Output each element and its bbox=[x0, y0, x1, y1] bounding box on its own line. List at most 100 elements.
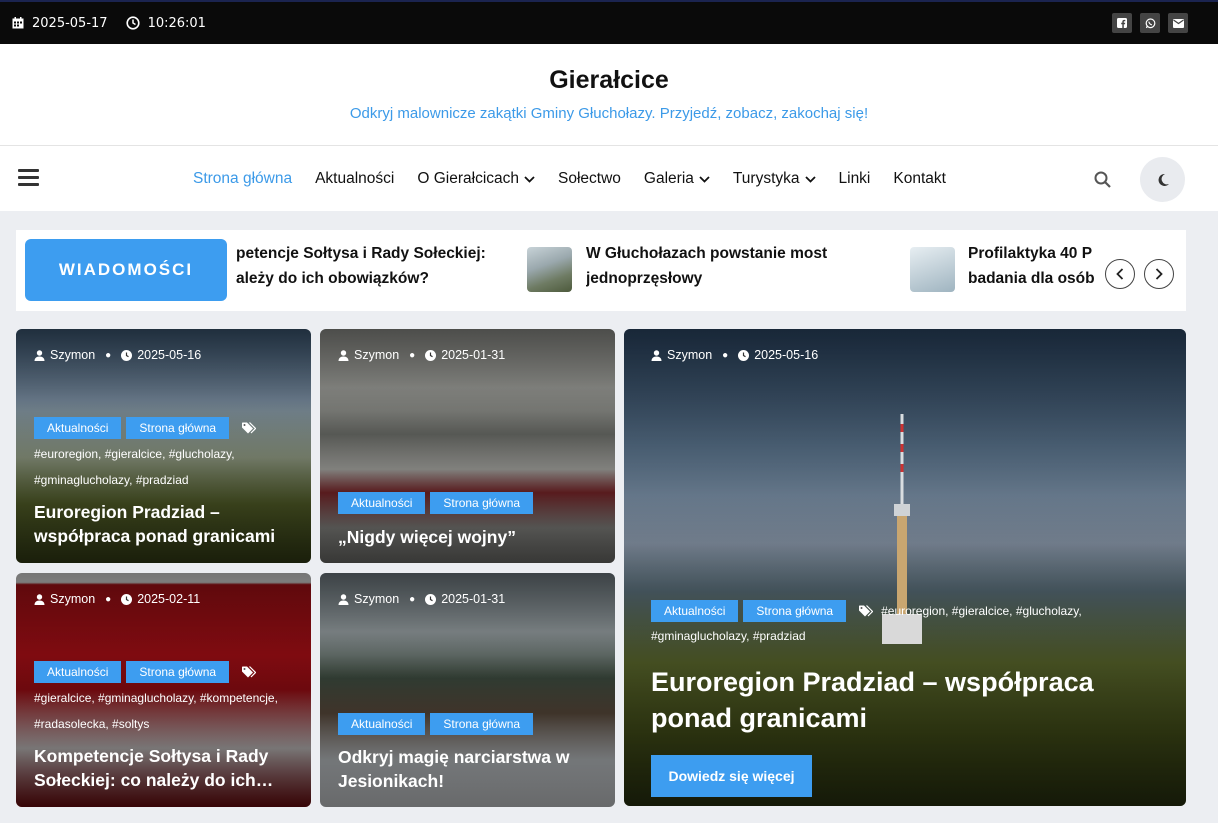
ticker-item-1[interactable]: petencje Sołtysa i Rady Sołeckiej: ależy … bbox=[236, 241, 496, 291]
time-display: 10:26:01 bbox=[125, 16, 206, 31]
facebook-icon[interactable] bbox=[1112, 13, 1132, 33]
post-tags[interactable]: #gieralcice, #gminaglucholazy, #kompeten… bbox=[34, 685, 278, 711]
nav-item-linki[interactable]: Linki bbox=[839, 170, 871, 188]
ticker-thumb-40plus[interactable] bbox=[910, 247, 955, 292]
date-text: 2025-05-17 bbox=[32, 15, 108, 31]
clock-icon bbox=[738, 349, 750, 361]
category-badge[interactable]: Strona główna bbox=[126, 661, 230, 683]
post-card[interactable]: Szymon ● 2025-01-31 Aktualności Strona g… bbox=[320, 329, 615, 563]
post-title[interactable]: Kompetencje Sołtysa i Rady bbox=[34, 744, 273, 768]
category-badge[interactable]: Strona główna bbox=[126, 417, 230, 439]
post-title[interactable]: ponad granicami bbox=[651, 700, 1094, 736]
clock-icon bbox=[121, 349, 133, 361]
site-title[interactable]: Gierałcice bbox=[0, 66, 1218, 95]
post-tags[interactable]: #radasolecka, #soltys bbox=[34, 711, 278, 737]
post-date[interactable]: 2025-05-16 bbox=[754, 348, 818, 362]
post-title[interactable]: Euroregion Pradziad – współpraca bbox=[651, 664, 1094, 700]
post-author[interactable]: Szymon bbox=[354, 348, 399, 362]
post-card[interactable]: Szymon ● 2025-02-11 Aktualności Strona g… bbox=[16, 573, 311, 807]
user-icon bbox=[338, 349, 349, 361]
ticker-next-button[interactable] bbox=[1144, 259, 1174, 289]
nav-item-aktualnosci[interactable]: Aktualności bbox=[315, 170, 394, 188]
chevron-left-icon bbox=[1116, 268, 1124, 280]
ticker-prev-button[interactable] bbox=[1105, 259, 1135, 289]
site-header: Gierałcice Odkryj malownicze zakątki Gmi… bbox=[0, 44, 1218, 145]
post-title[interactable]: „Nigdy więcej wojny” bbox=[338, 525, 516, 549]
category-badge[interactable]: Aktualności bbox=[34, 661, 122, 683]
clock-icon bbox=[121, 593, 133, 605]
post-title[interactable]: Jesionikach! bbox=[338, 769, 570, 793]
post-tags[interactable]: #gminaglucholazy, #pradziad bbox=[34, 467, 235, 493]
nav-item-solectwo[interactable]: Sołectwo bbox=[558, 170, 621, 188]
post-author[interactable]: Szymon bbox=[50, 348, 95, 362]
post-title[interactable]: Sołeckiej: co należy do ich… bbox=[34, 768, 273, 792]
ticker-item-2[interactable]: W Głuchołazach powstanie most jednoprzęsł… bbox=[586, 241, 866, 291]
nav-item-o-gieralcicach[interactable]: O Gierałcicach bbox=[417, 170, 535, 188]
nav-menu: Strona główna Aktualności O Gierałcicach… bbox=[193, 146, 969, 212]
ticker-badge: WIADOMOŚCI bbox=[25, 239, 227, 301]
post-title[interactable]: Odkryj magię narciarstwa w bbox=[338, 745, 570, 769]
user-icon bbox=[34, 593, 45, 605]
post-tags[interactable]: #euroregion, #gieralcice, #glucholazy, bbox=[881, 604, 1082, 618]
nav-item-kontakt[interactable]: Kontakt bbox=[893, 170, 946, 188]
post-title[interactable]: współpraca ponad granicami bbox=[34, 524, 275, 548]
post-meta: Szymon ● 2025-02-11 bbox=[34, 592, 200, 606]
category-badge[interactable]: Aktualności bbox=[338, 713, 426, 735]
post-date[interactable]: 2025-05-16 bbox=[137, 348, 201, 362]
chevron-down-icon bbox=[804, 175, 816, 183]
post-meta: Szymon ● 2025-01-31 bbox=[338, 592, 505, 606]
post-tags[interactable]: #euroregion, #gieralcice, #glucholazy, bbox=[34, 441, 235, 467]
post-meta: Szymon ● 2025-01-31 bbox=[338, 348, 505, 362]
chevron-down-icon bbox=[524, 175, 535, 183]
category-badge[interactable]: Aktualności bbox=[651, 600, 739, 622]
category-badge[interactable]: Aktualności bbox=[34, 417, 122, 439]
social-links bbox=[1112, 13, 1188, 33]
read-more-button[interactable]: Dowiedz się więcej bbox=[651, 755, 812, 797]
search-icon[interactable] bbox=[1094, 171, 1111, 192]
main-navigation: Strona główna Aktualności O Gierałcicach… bbox=[0, 145, 1218, 211]
category-badge[interactable]: Strona główna bbox=[430, 713, 534, 735]
hamburger-menu-icon[interactable] bbox=[18, 168, 39, 191]
user-icon bbox=[338, 593, 349, 605]
nav-item-galeria[interactable]: Galeria bbox=[644, 170, 710, 188]
post-author[interactable]: Szymon bbox=[50, 592, 95, 606]
clock-icon bbox=[125, 16, 140, 30]
moon-icon bbox=[1158, 173, 1169, 186]
clock-icon bbox=[425, 593, 437, 605]
date-display: 2025-05-17 bbox=[12, 16, 108, 31]
category-badge[interactable]: Strona główna bbox=[743, 600, 847, 622]
calendar-icon bbox=[12, 17, 24, 29]
ticker-thumb-bridge[interactable] bbox=[527, 247, 572, 292]
chevron-right-icon bbox=[1155, 268, 1163, 280]
post-title[interactable]: Euroregion Pradziad – bbox=[34, 500, 275, 524]
category-badge[interactable]: Strona główna bbox=[430, 492, 534, 514]
post-author[interactable]: Szymon bbox=[354, 592, 399, 606]
post-date[interactable]: 2025-01-31 bbox=[441, 348, 505, 362]
whatsapp-icon[interactable] bbox=[1140, 13, 1160, 33]
post-card[interactable]: Szymon ● 2025-05-16 Aktualności Strona g… bbox=[16, 329, 311, 563]
tag-icon bbox=[242, 422, 257, 434]
tag-icon bbox=[242, 666, 257, 678]
category-badge[interactable]: Aktualności bbox=[338, 492, 426, 514]
post-meta: Szymon ● 2025-05-16 bbox=[34, 348, 201, 362]
nav-item-turystyka[interactable]: Turystyka bbox=[733, 170, 816, 188]
ticker-item-3[interactable]: Profilaktyka 40 Pbadania dla osób bbox=[968, 241, 1096, 291]
news-ticker: WIADOMOŚCI petencje Sołtysa i Rady Sołec… bbox=[16, 230, 1186, 311]
post-meta: Szymon ● 2025-05-16 bbox=[651, 348, 818, 362]
nav-item-strona-glowna[interactable]: Strona główna bbox=[193, 170, 292, 188]
chevron-down-icon bbox=[699, 175, 710, 183]
top-bar: 2025-05-17 10:26:01 bbox=[0, 0, 1218, 44]
post-author[interactable]: Szymon bbox=[667, 348, 712, 362]
post-date[interactable]: 2025-01-31 bbox=[441, 592, 505, 606]
post-card[interactable]: Szymon ● 2025-01-31 Aktualności Strona g… bbox=[320, 573, 615, 807]
post-tags[interactable]: #gminaglucholazy, #pradziad bbox=[651, 623, 806, 649]
user-icon bbox=[651, 349, 662, 361]
clock-icon bbox=[425, 349, 437, 361]
site-tagline: Odkryj malownicze zakątki Gminy Głuchoła… bbox=[349, 105, 869, 122]
dark-mode-toggle[interactable] bbox=[1140, 157, 1185, 202]
featured-post[interactable]: Szymon ● 2025-05-16 Aktualności Strona g… bbox=[624, 329, 1186, 806]
user-icon bbox=[34, 349, 45, 361]
email-icon[interactable] bbox=[1168, 13, 1188, 33]
post-date[interactable]: 2025-02-11 bbox=[137, 592, 200, 606]
tag-icon bbox=[859, 605, 874, 617]
